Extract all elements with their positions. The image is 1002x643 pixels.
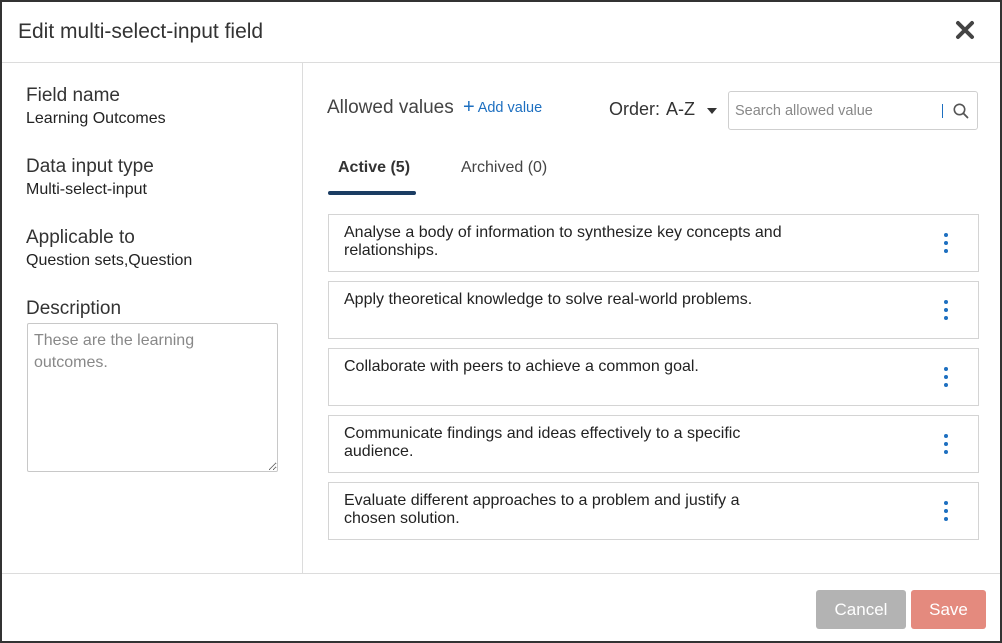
list-item: Communicate findings and ideas effective… <box>328 415 979 473</box>
dialog-header: Edit multi-select-input field <box>2 2 1000 63</box>
field-info-panel: Field name Learning Outcomes Data input … <box>2 63 303 573</box>
tab-active[interactable]: Active (5) <box>328 149 416 195</box>
description-textarea[interactable]: These are the learning outcomes. <box>27 323 278 472</box>
search-input[interactable] <box>729 92 941 129</box>
allowed-values-panel: Allowed values + Add value Order: A-Z Ac… <box>304 63 1000 573</box>
kebab-menu-icon[interactable] <box>940 500 952 522</box>
field-name-group: Field name Learning Outcomes <box>26 85 166 128</box>
applicable-to-label: Applicable to <box>26 227 135 248</box>
search-icon[interactable] <box>952 102 970 120</box>
input-type-label: Data input type <box>26 156 154 177</box>
allowed-values-list: Analyse a body of information to synthes… <box>328 214 979 549</box>
order-value: A-Z <box>666 99 696 119</box>
input-type-group: Data input type Multi-select-input <box>26 156 154 199</box>
list-item: Analyse a body of information to synthes… <box>328 214 979 272</box>
cancel-button[interactable]: Cancel <box>816 590 906 629</box>
tab-active-label: Active (5) <box>338 159 411 176</box>
tab-archived[interactable]: Archived (0) <box>461 149 547 195</box>
edit-field-dialog: Edit multi-select-input field Field name… <box>0 0 1002 643</box>
text-cursor <box>942 104 943 118</box>
value-text: Collaborate with peers to achieve a comm… <box>344 358 699 375</box>
list-item: Apply theoretical knowledge to solve rea… <box>328 281 979 339</box>
plus-icon: + <box>463 96 475 118</box>
tab-archived-label: Archived (0) <box>461 159 548 176</box>
list-item: Collaborate with peers to achieve a comm… <box>328 348 979 406</box>
add-value-label: Add value <box>477 100 543 116</box>
close-icon <box>956 21 974 39</box>
order-dropdown[interactable]: Order: A-Z <box>609 99 718 120</box>
close-button[interactable] <box>950 15 980 45</box>
order-label: Order: <box>609 99 661 119</box>
value-text: Analyse a body of information to synthes… <box>344 224 782 259</box>
allowed-values-label: Allowed values <box>327 97 454 118</box>
dialog-footer: Cancel Save <box>2 573 1000 641</box>
description-group: Description <box>26 298 121 320</box>
field-name-value: Learning Outcomes <box>26 110 166 127</box>
applicable-to-value: Question sets,Question <box>26 252 193 269</box>
description-label: Description <box>26 298 122 319</box>
dialog-title: Edit multi-select-input field <box>18 20 264 43</box>
kebab-menu-icon[interactable] <box>940 232 952 254</box>
applicable-to-group: Applicable to Question sets,Question <box>26 227 192 270</box>
search-box <box>728 91 978 130</box>
value-text: Apply theoretical knowledge to solve rea… <box>344 291 753 308</box>
value-text: Communicate findings and ideas effective… <box>344 425 741 460</box>
save-button[interactable]: Save <box>911 590 986 629</box>
value-text: Evaluate different approaches to a probl… <box>344 492 740 527</box>
field-name-label: Field name <box>26 85 120 106</box>
kebab-menu-icon[interactable] <box>940 433 952 455</box>
kebab-menu-icon[interactable] <box>940 299 952 321</box>
active-tab-indicator <box>328 191 416 195</box>
caret-down-icon <box>707 107 718 114</box>
list-item: Evaluate different approaches to a probl… <box>328 482 979 540</box>
value-tabs: Active (5) Archived (0) <box>328 149 628 195</box>
add-value-button[interactable]: + Add value <box>463 96 543 118</box>
kebab-menu-icon[interactable] <box>940 366 952 388</box>
input-type-value: Multi-select-input <box>26 181 147 198</box>
